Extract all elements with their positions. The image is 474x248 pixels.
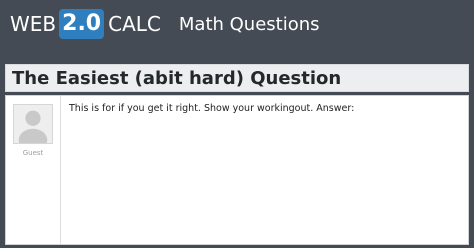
site-header: WEB 2.0 CALC Math Questions (0, 0, 474, 48)
question-body: This is for if you get it right. Show yo… (69, 103, 355, 114)
logo-badge: 2.0 (59, 9, 105, 39)
default-user-avatar-icon (18, 110, 48, 143)
question-title: The Easiest (abit hard) Question (12, 67, 342, 89)
page: WEB 2.0 CALC Math Questions The Easiest … (0, 0, 474, 248)
author-name: Guest (22, 149, 44, 157)
logo-suffix: CALC (108, 12, 161, 36)
post-author: Guest (6, 96, 61, 244)
section-title-link[interactable]: Math Questions (179, 14, 320, 35)
question-title-bar: The Easiest (abit hard) Question (5, 64, 469, 92)
logo-prefix: WEB (10, 12, 57, 36)
avatar (13, 104, 53, 144)
question-post: Guest This is for if you get it right. S… (5, 95, 469, 245)
site-logo[interactable]: WEB 2.0 CALC (10, 9, 161, 39)
